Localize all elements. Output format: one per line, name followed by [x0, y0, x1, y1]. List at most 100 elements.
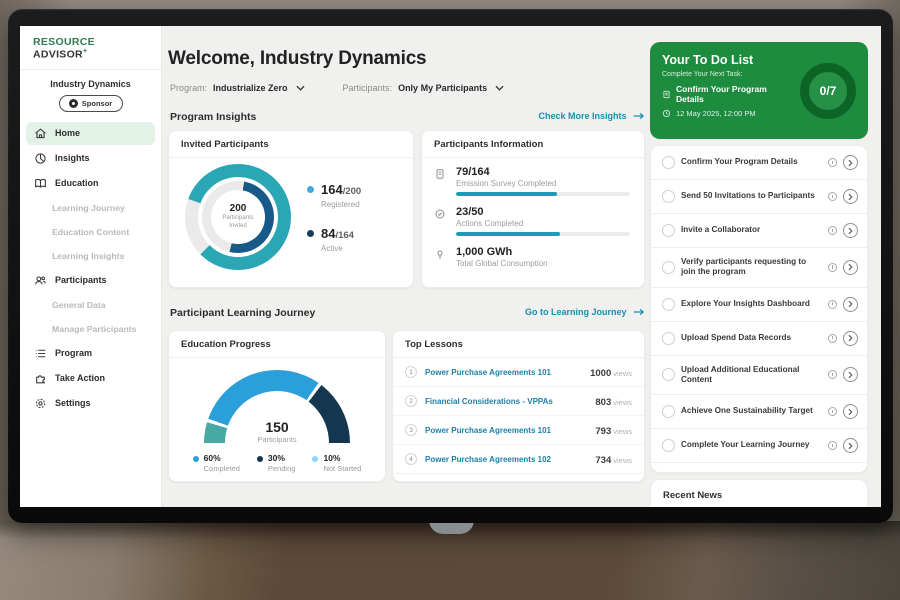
task-checkbox[interactable]: [662, 156, 675, 169]
actions-value: 23/50: [456, 206, 630, 218]
legend-pending: 30% Pending: [257, 453, 296, 473]
collapse-tasks-link[interactable]: Collapse Tasks: [651, 463, 867, 473]
sponsor-badge-icon: [69, 99, 78, 108]
sidebar-item-participants[interactable]: Participants: [26, 269, 155, 292]
sidebar-item-learning-journey[interactable]: Learning Journey: [26, 197, 155, 219]
sidebar-item-label: Learning Journey: [52, 203, 125, 213]
gauge-center-value: 150: [204, 419, 350, 435]
task-label: Send 50 Invitations to Participants: [681, 191, 822, 201]
sidebar-item-general-data[interactable]: General Data: [26, 294, 155, 316]
task-open-button[interactable]: [843, 297, 858, 312]
program-filter[interactable]: Program: Industrialize Zero: [170, 83, 305, 93]
todo-subtitle: Complete Your Next Task:: [662, 71, 794, 78]
lesson-link[interactable]: Power Purchase Agreements 102: [425, 455, 587, 464]
task-open-button[interactable]: [843, 331, 858, 346]
task-open-button[interactable]: [843, 223, 858, 238]
info-row-actions: 23/50 Actions Completed: [434, 206, 630, 236]
sidebar-item-education[interactable]: Education: [26, 172, 155, 195]
sidebar-item-learning-insights[interactable]: Learning Insights: [26, 245, 155, 267]
task-open-button[interactable]: [843, 438, 858, 453]
survey-icon: [434, 168, 447, 196]
clock-icon: [662, 109, 671, 118]
sidebar-item-home[interactable]: Home: [26, 122, 155, 145]
pending-label: Pending: [268, 464, 296, 473]
task-open-button[interactable]: [843, 260, 858, 275]
sidebar-item-settings[interactable]: Settings: [26, 392, 155, 415]
consumption-value: 1,000 GWh: [456, 246, 630, 258]
clock-icon: [828, 334, 837, 343]
task-row[interactable]: Explore Your Insights Dashboard: [651, 288, 867, 322]
lesson-link[interactable]: Power Purchase Agreements 101: [425, 426, 587, 435]
lesson-link[interactable]: Power Purchase Agreements 101: [425, 368, 582, 377]
task-row[interactable]: Achieve One Sustainability Target: [651, 395, 867, 429]
program-filter-value: Industrialize Zero: [213, 83, 288, 93]
task-checkbox[interactable]: [662, 190, 675, 203]
participants-filter[interactable]: Participants: Only My Participants: [343, 83, 505, 93]
active-dot: [307, 230, 314, 237]
task-checkbox[interactable]: [662, 439, 675, 452]
task-open-button[interactable]: [843, 155, 858, 170]
task-label: Complete Your Learning Journey: [681, 440, 822, 450]
task-checkbox[interactable]: [662, 368, 675, 381]
clock-icon: [828, 226, 837, 235]
task-label: Confirm Your Program Details: [681, 157, 822, 167]
todo-title: Your To Do List: [662, 53, 794, 67]
task-open-button[interactable]: [843, 367, 858, 382]
sidebar-item-manage-participants[interactable]: Manage Participants: [26, 318, 155, 340]
go-to-learning-journey-link[interactable]: Go to Learning Journey: [168, 307, 645, 318]
sidebar-item-insights[interactable]: Insights: [26, 147, 155, 170]
lesson-rank: 1: [405, 366, 417, 378]
invited-donut-center: 200 Participants Invited: [185, 164, 291, 270]
task-open-button[interactable]: [843, 404, 858, 419]
lesson-row: 3 Power Purchase Agreements 101 793views: [393, 416, 644, 445]
sidebar-item-take-action[interactable]: Take Action: [26, 367, 155, 390]
go-to-learning-journey-label: Go to Learning Journey: [525, 307, 627, 317]
task-checkbox[interactable]: [662, 405, 675, 418]
task-open-button[interactable]: [843, 189, 858, 204]
sidebar-item-label: Take Action: [55, 373, 105, 383]
filter-bar: Program: Industrialize Zero Participants…: [170, 83, 504, 93]
lesson-link[interactable]: Financial Considerations - VPPAs: [425, 397, 587, 406]
task-label: Verify participants requesting to join t…: [681, 257, 822, 278]
consumption-label: Total Global Consumption: [456, 259, 630, 268]
invited-participants-card: Invited Participants 200 Participants In…: [168, 130, 414, 288]
task-row[interactable]: Send 50 Invitations to Participants: [651, 180, 867, 214]
pending-value: 30%: [268, 453, 296, 463]
chevron-down-icon: [296, 85, 305, 91]
check-more-insights-link[interactable]: Check More Insights: [168, 111, 645, 122]
task-checkbox[interactable]: [662, 332, 675, 345]
page-title: Welcome, Industry Dynamics: [168, 48, 426, 70]
task-row[interactable]: Upload Spend Data Records: [651, 322, 867, 356]
task-checkbox[interactable]: [662, 224, 675, 237]
participants-icon: [34, 274, 47, 287]
sidebar-nav: Home Insights Education Learning Journey…: [20, 122, 161, 415]
active-value: 84: [321, 226, 335, 241]
sidebar-item-label: Education Content: [52, 227, 129, 237]
sponsor-badge-label: Sponsor: [82, 99, 112, 108]
registered-value: 164: [321, 182, 343, 197]
sidebar-item-education-content[interactable]: Education Content: [26, 221, 155, 243]
task-row[interactable]: Upload Additional Educational Content: [651, 356, 867, 396]
clock-icon: [828, 263, 837, 272]
task-row[interactable]: Verify participants requesting to join t…: [651, 248, 867, 288]
task-row[interactable]: Complete Your Learning Journey: [651, 429, 867, 463]
education-icon: [34, 177, 47, 190]
task-row[interactable]: Confirm Your Program Details: [651, 146, 867, 180]
lesson-row: 4 Power Purchase Agreements 102 734views: [393, 445, 644, 474]
task-checkbox[interactable]: [662, 261, 675, 274]
task-label: Invite a Collaborator: [681, 225, 822, 235]
todo-next-task: Confirm Your Program Details: [676, 84, 794, 104]
todo-task-list: Confirm Your Program Details Send 50 Inv…: [650, 145, 868, 473]
sidebar-item-program[interactable]: Program: [26, 342, 155, 365]
arrow-right-icon: [633, 112, 645, 122]
screen: RESOURCE ADVISOR+ Industry Dynamics Spon…: [20, 26, 881, 507]
sidebar-item-label: Settings: [55, 398, 91, 408]
task-checkbox[interactable]: [662, 298, 675, 311]
sidebar-item-label: Program: [55, 348, 92, 358]
participants-filter-label: Participants:: [343, 83, 393, 93]
sponsor-badge[interactable]: Sponsor: [59, 95, 123, 112]
sidebar-item-label: Home: [55, 128, 80, 138]
legend-registered: 164/200 Registered: [307, 181, 361, 209]
task-row[interactable]: Invite a Collaborator: [651, 214, 867, 248]
invited-center-label: Participants Invited: [216, 215, 260, 231]
